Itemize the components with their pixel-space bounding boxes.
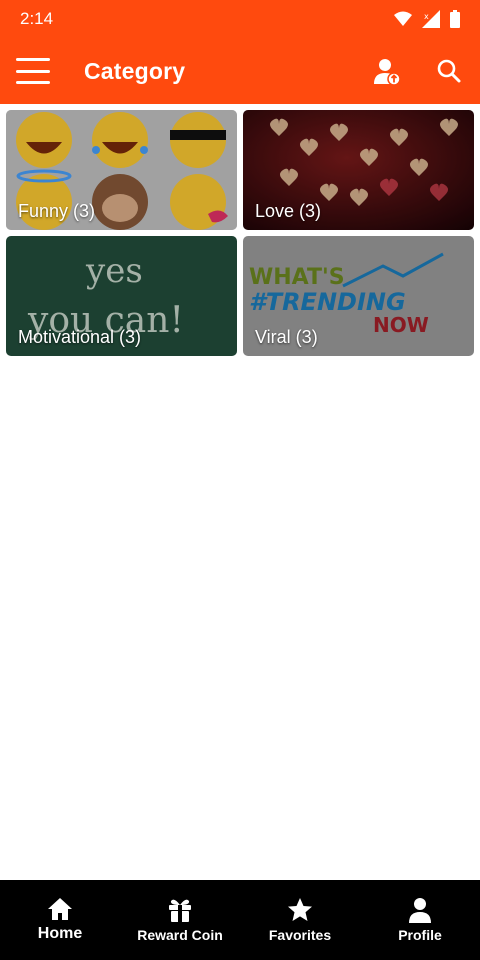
nav-profile[interactable]: Profile [360, 880, 480, 960]
profile-upload-icon[interactable] [372, 56, 402, 86]
wifi-icon [394, 11, 412, 26]
category-label: Funny (3) [18, 201, 96, 221]
nav-label: Profile [398, 927, 442, 943]
status-icons: x [394, 10, 460, 28]
category-label: Motivational (3) [18, 327, 142, 347]
nav-label: Home [37, 925, 83, 942]
bottom-navigation: Home Reward Coin Favorites Profile [0, 880, 480, 960]
search-icon[interactable] [434, 56, 464, 86]
category-card-funny[interactable]: Funny (3) [6, 110, 237, 230]
status-bar: 2:14 x [0, 0, 480, 38]
category-label: Love (3) [255, 201, 322, 221]
nav-reward-coin[interactable]: Reward Coin [120, 880, 240, 960]
category-label: Viral (3) [255, 327, 318, 347]
page-title: Category [84, 57, 186, 84]
nav-favorites[interactable]: Favorites [240, 880, 360, 960]
signal-icon: x [422, 10, 440, 28]
nav-label: Favorites [268, 927, 332, 943]
nav-label: Reward Coin [137, 927, 223, 943]
menu-icon[interactable] [16, 58, 50, 84]
nav-home[interactable]: Home [0, 880, 120, 960]
category-card-motivational[interactable]: yes you can! Motivational (3) [6, 236, 237, 356]
gift-icon [169, 899, 191, 922]
svg-text:x: x [424, 12, 429, 21]
person-icon [409, 898, 431, 923]
category-grid: Funny (3) Love (3) yes you can! Motivati… [6, 110, 474, 356]
app-bar: Category [0, 38, 480, 104]
battery-icon [450, 10, 460, 28]
home-icon [48, 898, 72, 920]
category-card-viral[interactable]: WHAT'S #TRENDING NOW Viral (3) [243, 236, 474, 356]
status-time: 2:14 [20, 9, 54, 28]
star-icon [288, 898, 312, 921]
header: 2:14 x Category [0, 0, 480, 104]
category-card-love[interactable]: Love (3) [243, 110, 474, 230]
